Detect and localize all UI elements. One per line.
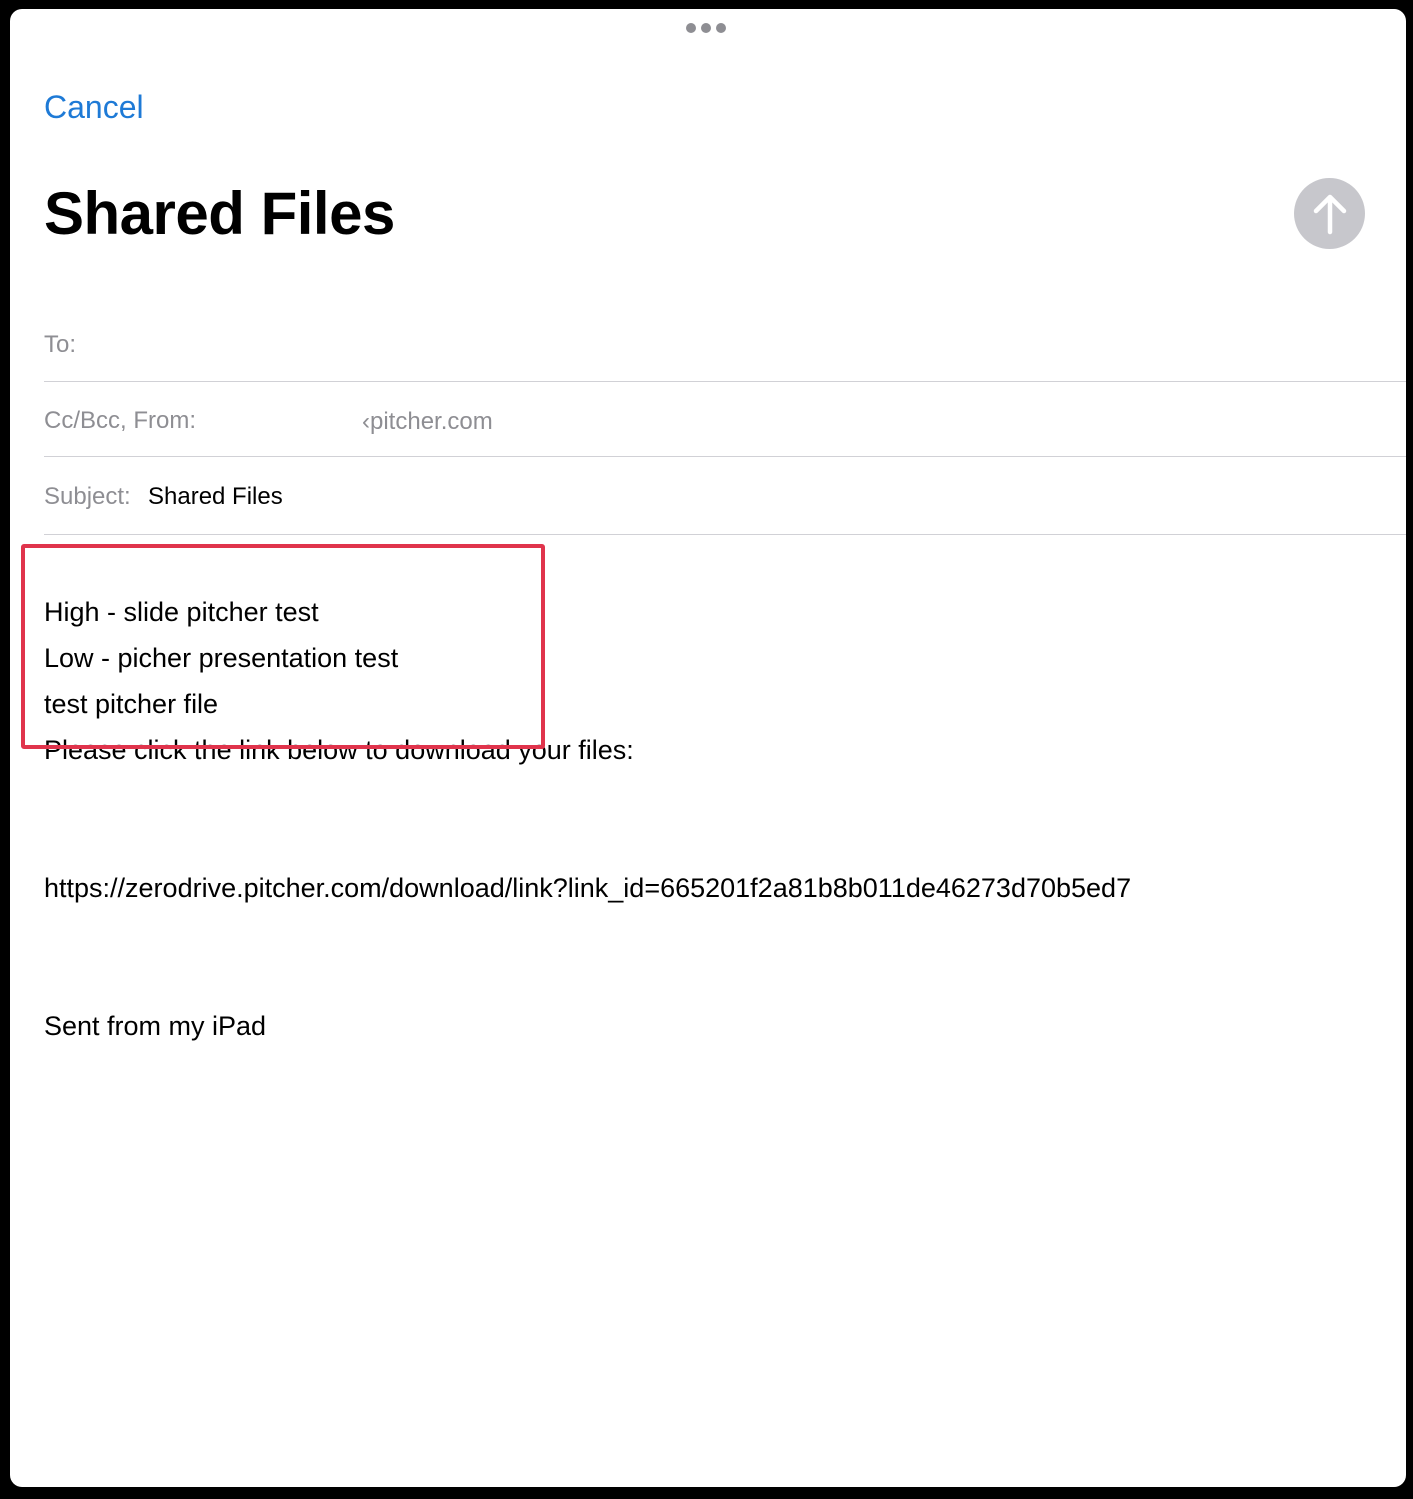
from-address: ‹pitcher.com <box>362 408 493 435</box>
body-line-high: High - slide pitcher test <box>44 597 319 627</box>
subject-input[interactable]: Shared Files <box>148 483 283 511</box>
subject-label: Subject: <box>44 483 131 510</box>
to-label: To: <box>44 331 77 358</box>
send-button[interactable] <box>1294 178 1365 249</box>
body-line-file: test pitcher file <box>44 689 219 719</box>
to-field[interactable]: To: <box>44 305 1406 382</box>
subject-field[interactable]: Subject: Shared Files <box>44 456 1406 535</box>
download-link[interactable]: https://zerodrive.pitcher.com/download/l… <box>44 873 1131 904</box>
dot <box>716 23 726 33</box>
cancel-button[interactable]: Cancel <box>44 89 144 126</box>
arrow-up-icon <box>1313 194 1346 234</box>
more-dots-icon[interactable] <box>686 23 726 33</box>
dot <box>701 23 711 33</box>
dot <box>686 23 696 33</box>
cc-bcc-from-label: Cc/Bcc, From: <box>44 407 197 434</box>
body-line-instructions: Please click the link below to download … <box>44 735 634 765</box>
page-title: Shared Files <box>44 180 395 247</box>
signature: Sent from my iPad <box>44 1011 267 1041</box>
body-line-low: Low - picher presentation test <box>44 643 399 673</box>
cc-bcc-from-field[interactable]: Cc/Bcc, From: ‹pitcher.com <box>44 381 1406 457</box>
compose-sheet: Cancel Shared Files To: Cc/Bcc, From: ‹p… <box>10 9 1406 1487</box>
